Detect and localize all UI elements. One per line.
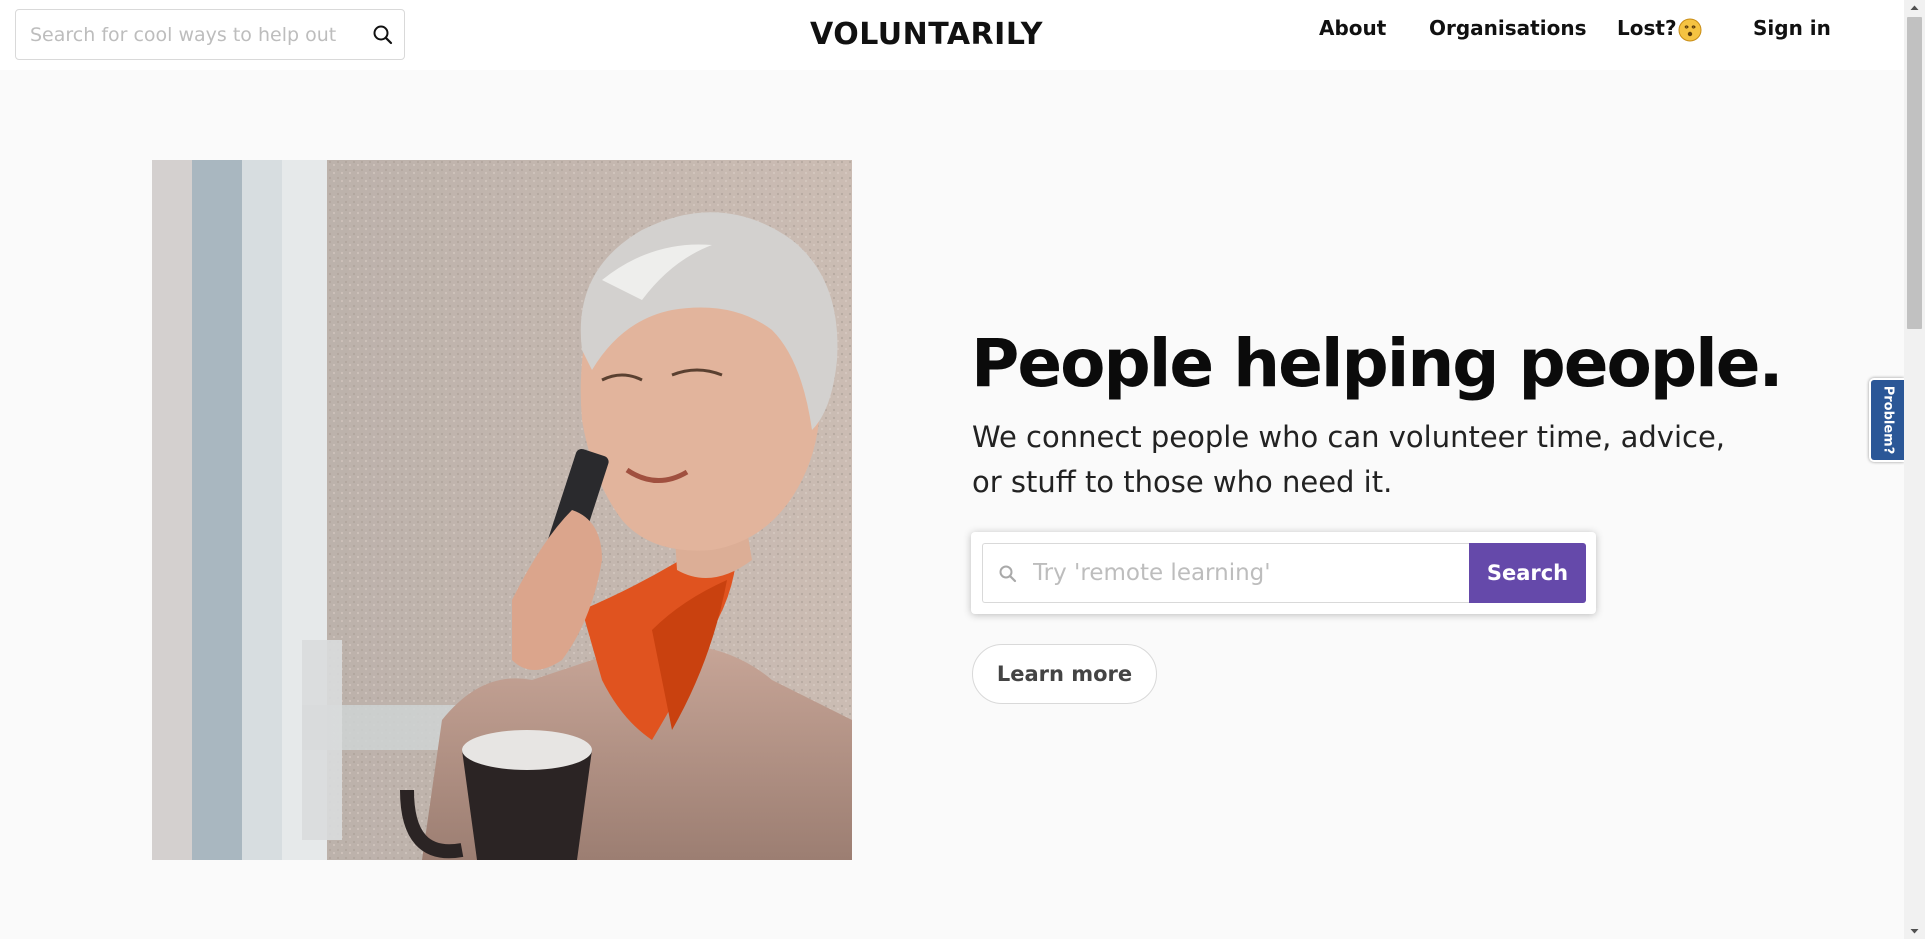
hero-search-field — [982, 543, 1469, 603]
nav-about[interactable]: About — [1319, 16, 1386, 40]
page-scrollbar[interactable] — [1904, 0, 1925, 939]
learn-more-button[interactable]: Learn more — [972, 644, 1157, 704]
scroll-down-arrow-icon[interactable] — [1904, 923, 1925, 939]
header-search — [15, 9, 405, 60]
site-header: VOLUNTARILY About Organisations Lost? Si… — [0, 0, 1904, 70]
hero-headline: People helping people. — [971, 325, 1784, 402]
nav-lost[interactable]: Lost? — [1617, 16, 1677, 40]
scrollbar-thumb[interactable] — [1907, 17, 1922, 329]
header-search-input[interactable] — [16, 10, 356, 59]
search-button[interactable]: Search — [1469, 543, 1586, 603]
search-icon[interactable] — [370, 22, 396, 48]
feedback-tab-label: Problem? — [1880, 385, 1895, 455]
search-icon — [999, 565, 1017, 583]
hero-search: Search — [971, 532, 1596, 614]
site-logo[interactable]: VOLUNTARILY — [810, 17, 1043, 52]
nav-organisations[interactable]: Organisations — [1429, 16, 1586, 40]
nav-sign-in[interactable]: Sign in — [1753, 16, 1831, 40]
hero-photo — [152, 160, 852, 860]
scroll-up-arrow-icon[interactable] — [1904, 0, 1925, 16]
hero-subhead: We connect people who can volunteer time… — [972, 420, 1726, 499]
dizzy-face-emoji-icon — [1678, 18, 1702, 42]
feedback-tab[interactable]: Problem? — [1869, 378, 1904, 462]
hero-search-input[interactable] — [1033, 544, 1463, 602]
